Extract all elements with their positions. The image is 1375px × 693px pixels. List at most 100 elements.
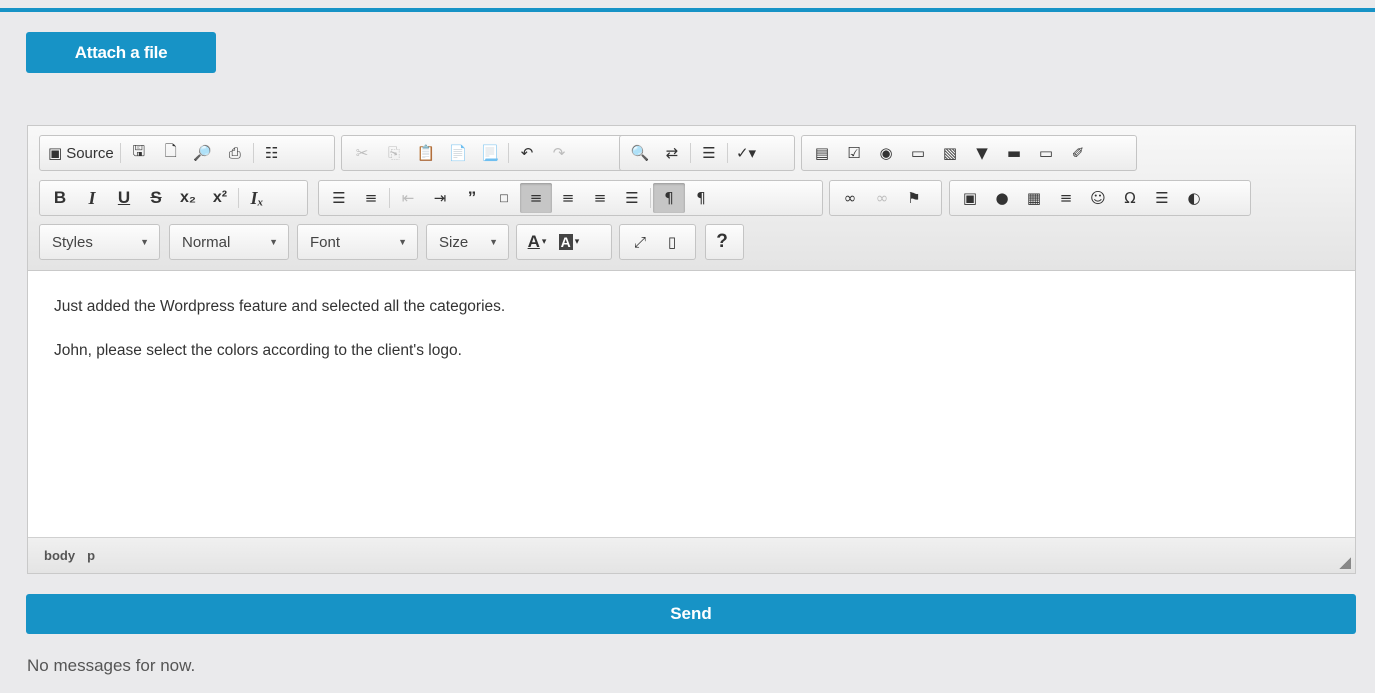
- unlink-icon[interactable]: ∞: [866, 183, 898, 213]
- align-justify-icon[interactable]: ☰: [616, 183, 648, 213]
- bulleted-list-icon[interactable]: ≡: [355, 183, 387, 213]
- redo-icon[interactable]: ↷: [543, 138, 575, 168]
- chevron-down-icon: ▼: [489, 237, 498, 247]
- chevron-down-icon: ▼: [398, 237, 407, 247]
- chevron-down-icon: ▼: [140, 237, 149, 247]
- top-accent-line: [0, 8, 1375, 12]
- paste-text-icon[interactable]: 📄: [442, 138, 474, 168]
- hidden-field-icon[interactable]: ✐: [1062, 138, 1094, 168]
- no-messages-text: No messages for now.: [27, 656, 196, 675]
- special-char-icon[interactable]: Ω: [1114, 183, 1146, 213]
- content-paragraph: John, please select the colors according…: [54, 342, 462, 359]
- editor-statusbar: body p: [28, 537, 1355, 573]
- format-combo[interactable]: Normal ▼: [169, 224, 289, 260]
- iframe-icon[interactable]: ◐: [1178, 183, 1210, 213]
- source-button[interactable]: ▣ Source: [44, 138, 118, 168]
- subscript-icon[interactable]: x₂: [172, 183, 204, 213]
- attach-file-button[interactable]: Attach a file: [26, 32, 216, 73]
- separator: [650, 188, 651, 208]
- templates-icon[interactable]: ☷: [256, 138, 288, 168]
- styles-combo[interactable]: Styles ▼: [39, 224, 160, 260]
- separator: [238, 188, 239, 208]
- chevron-down-icon: ▼: [269, 237, 278, 247]
- save-icon[interactable]: 🖫: [123, 138, 155, 168]
- copy-icon[interactable]: ⎘: [378, 138, 410, 168]
- checkbox-icon[interactable]: ☑: [838, 138, 870, 168]
- spellcheck-icon[interactable]: ✓▾: [730, 138, 762, 168]
- bg-color-button[interactable]: A ▾: [553, 227, 585, 257]
- select-all-icon[interactable]: ☰: [693, 138, 725, 168]
- text-field-icon[interactable]: ▭: [902, 138, 934, 168]
- bold-icon[interactable]: B: [44, 183, 76, 213]
- rtl-icon[interactable]: ¶: [685, 183, 717, 213]
- superscript-icon[interactable]: x²: [204, 183, 236, 213]
- maximize-icon[interactable]: ⤢: [624, 227, 656, 257]
- form-icon[interactable]: ▤: [806, 138, 838, 168]
- indent-icon[interactable]: ⇥: [424, 183, 456, 213]
- font-combo[interactable]: Font ▼: [297, 224, 418, 260]
- new-page-icon[interactable]: 🗋: [155, 138, 187, 168]
- cut-icon[interactable]: ✂: [346, 138, 378, 168]
- numbered-list-icon[interactable]: ☰: [323, 183, 355, 213]
- align-left-icon[interactable]: ≡: [520, 183, 552, 213]
- remove-format-icon[interactable]: Iₓ: [241, 183, 273, 213]
- toolbar-group-clipboard: ✂ ⎘ 📋 📄 📃 ↶ ↷: [341, 135, 637, 171]
- send-button[interactable]: Send: [26, 594, 1356, 634]
- separator: [119, 143, 121, 163]
- image-button-icon[interactable]: ▭: [1030, 138, 1062, 168]
- element-path-p[interactable]: p: [87, 548, 95, 563]
- find-icon[interactable]: 🔍: [624, 138, 656, 168]
- source-icon: ▣: [48, 144, 63, 162]
- toolbar-group-forms: ▤ ☑ ◉ ▭ ▧ ▼ ▬ ▭ ✐: [801, 135, 1137, 171]
- preview-icon[interactable]: 🔎: [187, 138, 219, 168]
- separator: [690, 143, 691, 163]
- page-break-icon[interactable]: ☰: [1146, 183, 1178, 213]
- align-right-icon[interactable]: ≡: [584, 183, 616, 213]
- strikethrough-icon[interactable]: S: [140, 183, 172, 213]
- resize-handle-icon[interactable]: [1339, 557, 1351, 569]
- radio-icon[interactable]: ◉: [870, 138, 902, 168]
- italic-icon[interactable]: I: [76, 183, 108, 213]
- outdent-icon[interactable]: ⇤: [392, 183, 424, 213]
- editor-toolbar: ▣ Source 🖫 🗋 🔎 ⎙ ☷ ✂ ⎘ 📋 📄 📃 ↶ ↷ 🔍 ⇄ ☰ ✓…: [28, 126, 1355, 271]
- rich-text-editor: ▣ Source 🖫 🗋 🔎 ⎙ ☷ ✂ ⎘ 📋 📄 📃 ↶ ↷ 🔍 ⇄ ☰ ✓…: [27, 125, 1356, 574]
- separator: [508, 143, 509, 163]
- blockquote-icon[interactable]: ”: [456, 183, 488, 213]
- toolbar-group-colors: A ▾ A ▾: [516, 224, 612, 260]
- anchor-icon[interactable]: ⚑: [898, 183, 930, 213]
- paste-icon[interactable]: 📋: [410, 138, 442, 168]
- flash-icon[interactable]: ●: [986, 183, 1018, 213]
- element-path-body[interactable]: body: [44, 548, 75, 563]
- horizontal-rule-icon[interactable]: ≡: [1050, 183, 1082, 213]
- paste-word-icon[interactable]: 📃: [474, 138, 506, 168]
- ltr-icon[interactable]: ¶: [653, 183, 685, 213]
- text-color-button[interactable]: A ▾: [521, 227, 553, 257]
- select-field-icon[interactable]: ▼: [966, 138, 998, 168]
- bg-color-icon: A: [558, 234, 573, 250]
- editor-content[interactable]: Just added the Wordpress feature and sel…: [28, 272, 1355, 537]
- link-icon[interactable]: ∞: [834, 183, 866, 213]
- styles-combo-label: Styles: [52, 233, 93, 251]
- undo-icon[interactable]: ↶: [511, 138, 543, 168]
- underline-icon[interactable]: U: [108, 183, 140, 213]
- source-label: Source: [66, 144, 114, 162]
- button-field-icon[interactable]: ▬: [998, 138, 1030, 168]
- toolbar-group-links: ∞ ∞ ⚑: [829, 180, 942, 216]
- size-combo-label: Size: [439, 233, 469, 251]
- table-icon[interactable]: ▦: [1018, 183, 1050, 213]
- help-icon[interactable]: ?: [706, 227, 738, 257]
- replace-icon[interactable]: ⇄: [656, 138, 688, 168]
- align-center-icon[interactable]: ≡: [552, 183, 584, 213]
- toolbar-group-document: ▣ Source 🖫 🗋 🔎 ⎙ ☷: [39, 135, 335, 171]
- textarea-icon[interactable]: ▧: [934, 138, 966, 168]
- smiley-icon[interactable]: ☺: [1082, 183, 1114, 213]
- size-combo[interactable]: Size ▼: [426, 224, 509, 260]
- image-icon[interactable]: ▣: [954, 183, 986, 213]
- chevron-down-icon: ▾: [541, 237, 547, 247]
- create-div-icon[interactable]: □: [488, 183, 520, 213]
- print-icon[interactable]: ⎙: [219, 138, 251, 168]
- show-blocks-icon[interactable]: ▯: [656, 227, 688, 257]
- toolbar-group-editing: 🔍 ⇄ ☰ ✓▾: [619, 135, 795, 171]
- toolbar-group-tools: ⤢ ▯: [619, 224, 696, 260]
- toolbar-group-paragraph: ☰ ≡ ⇤ ⇥ ” □ ≡ ≡ ≡ ☰ ¶ ¶: [318, 180, 823, 216]
